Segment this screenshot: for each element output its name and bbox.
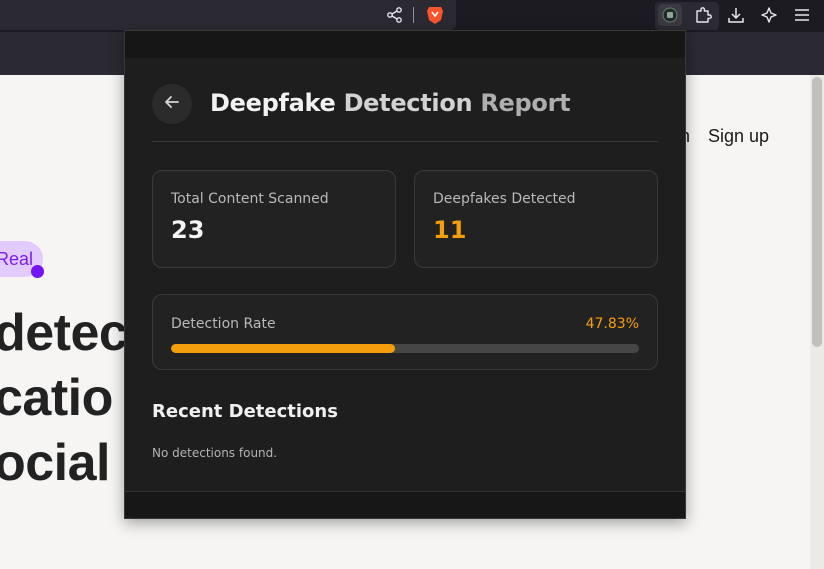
scrollbar-thumb[interactable] bbox=[812, 77, 822, 347]
total-scanned-card: Total Content Scanned 23 bbox=[152, 170, 396, 268]
toolbar-separator bbox=[413, 7, 414, 23]
total-scanned-value: 23 bbox=[171, 216, 205, 244]
deepfakes-detected-label: Deepfakes Detected bbox=[433, 191, 576, 207]
hero-line-1: detec bbox=[0, 304, 128, 362]
deepfakes-detected-value: 11 bbox=[433, 216, 467, 244]
title-word-3: Report bbox=[480, 89, 571, 117]
total-scanned-label: Total Content Scanned bbox=[171, 191, 329, 207]
share-icon[interactable] bbox=[383, 4, 407, 26]
title-word-1: Deepfake bbox=[210, 89, 336, 117]
browser-toolbar bbox=[0, 0, 824, 32]
extension-popup: Deepfake Detection Report Total Content … bbox=[124, 30, 686, 519]
deepfakes-detected-card: Deepfakes Detected 11 bbox=[414, 170, 658, 268]
detection-rate-label: Detection Rate bbox=[171, 316, 276, 332]
arrow-left-icon bbox=[163, 93, 181, 115]
extension-active-icon[interactable] bbox=[658, 4, 682, 26]
popup-top-bar bbox=[125, 31, 685, 58]
signup-link[interactable]: Sign up bbox=[708, 126, 769, 147]
hero-line-2: catio bbox=[0, 369, 113, 427]
brave-shield-icon[interactable] bbox=[423, 4, 447, 26]
page-title: Deepfake Detection Report bbox=[210, 89, 571, 117]
badge-dot bbox=[31, 265, 44, 278]
title-word-2: Detection bbox=[343, 89, 473, 117]
download-icon[interactable] bbox=[724, 4, 748, 26]
recent-detections-title: Recent Detections bbox=[152, 401, 338, 422]
menu-icon[interactable] bbox=[790, 4, 814, 26]
detection-rate-card: Detection Rate 47.83% bbox=[152, 294, 658, 370]
puzzle-icon[interactable] bbox=[691, 4, 715, 26]
detection-rate-bar bbox=[171, 344, 639, 353]
back-button[interactable] bbox=[152, 84, 192, 124]
popup-bottom-bar bbox=[125, 491, 685, 518]
detection-rate-bar-fill bbox=[171, 344, 395, 353]
real-badge-label: Real bbox=[0, 248, 33, 269]
leo-ai-icon[interactable] bbox=[757, 4, 781, 26]
header-divider bbox=[152, 141, 658, 142]
empty-state-text: No detections found. bbox=[152, 446, 278, 460]
detection-rate-value: 47.83% bbox=[585, 316, 639, 332]
